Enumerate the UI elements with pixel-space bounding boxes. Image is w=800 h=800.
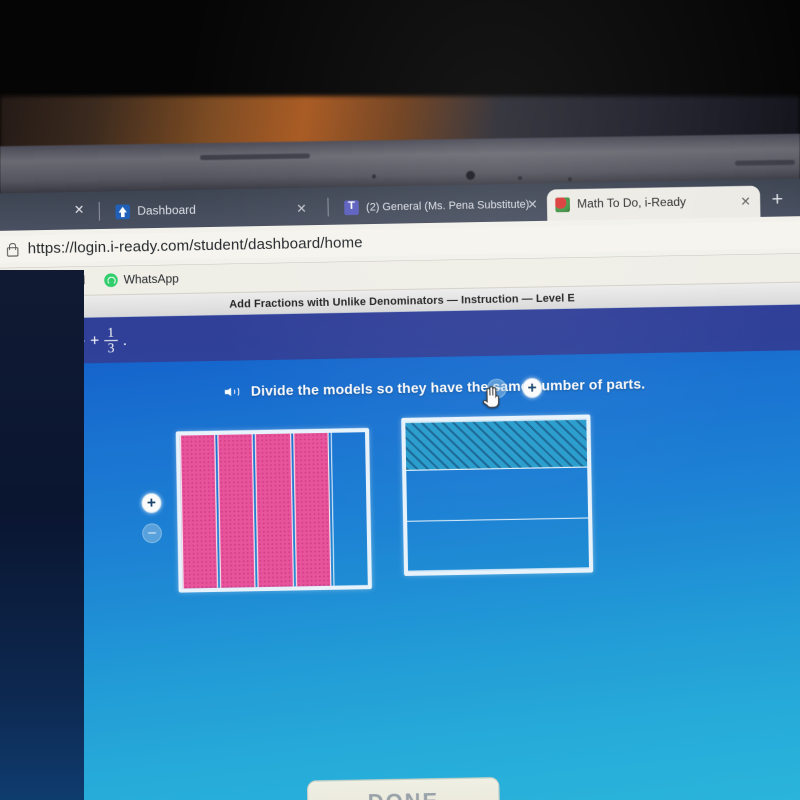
iready-app: i-Ready Add Fractions with Unlike Denomi… [0,282,800,800]
browser-tab-title: Math To Do, i-Ready [577,196,687,211]
plus-operator: + [89,331,100,350]
browser-tab-title: (2) General (Ms. Pena Substitute) [365,198,530,214]
bookmark-label: WhatsApp [123,272,179,287]
bezel-dot [372,174,376,179]
fraction-numerator: 1 [107,324,115,340]
fraction-denominator: 3 [104,339,118,355]
right-model-add-part-button[interactable]: + [522,377,543,399]
model-part-filled[interactable] [217,434,256,588]
tab-close-icon-offscreen[interactable]: ✕ [74,202,85,217]
left-model-add-part-button[interactable]: + [141,493,162,514]
speaker-icon[interactable] [224,384,241,399]
model-part-empty[interactable] [330,432,368,586]
model-part-filled[interactable] [255,433,294,587]
instruction-text: Divide the models so they have the same … [250,376,646,399]
fraction-one-third: 1 3 [104,324,118,355]
model-part-filled[interactable] [179,434,219,589]
photo-of-laptop-screen: ✕ Dashboard ✕ (2) General (Ms. Pena Subs… [0,0,800,800]
photo-left-dark-edge [0,270,84,800]
fraction-model-right[interactable] [401,414,594,576]
model-part-empty[interactable] [407,520,590,572]
bookmark-whatsapp[interactable]: WhatsApp [103,272,179,288]
dashboard-icon [115,204,131,220]
browser-tab-math-to-do-iready[interactable]: Math To Do, i-Ready ✕ [546,185,761,221]
address-bar-url: https://login.i-ready.com/student/dashbo… [27,234,363,258]
bezel-vent [200,153,310,161]
hand-cursor-icon [482,386,500,408]
photo-dark-border-top [0,0,800,96]
tab-close-icon[interactable]: ✕ [296,201,307,216]
fraction-model-left[interactable] [175,427,373,593]
bezel-dot [568,177,572,182]
tab-close-icon[interactable]: ✕ [527,197,538,212]
bezel-dot [518,176,522,181]
lock-icon [6,242,18,256]
expression-period: . [122,330,128,349]
webcam-icon [466,170,475,180]
browser-tab-teams-general[interactable]: (2) General (Ms. Pena Substitute) ✕ [336,188,545,225]
teams-icon [344,200,359,216]
whatsapp-icon [103,273,118,288]
left-model-remove-part-button[interactable]: − [141,523,163,544]
bezel-vent [735,159,795,166]
tab-close-icon[interactable]: ✕ [740,194,751,209]
browser-tab-title: Dashboard [137,204,196,218]
new-tab-button[interactable]: + [771,188,783,211]
done-button[interactable]: DONE [306,777,501,800]
model-part-filled[interactable] [405,418,588,472]
browser-tab-dashboard[interactable]: Dashboard ✕ [107,192,316,229]
iready-cube-icon [555,197,571,213]
model-part-empty[interactable] [406,469,589,522]
instruction-row: Divide the models so they have the same … [224,376,646,399]
activity-canvas: Divide the models so they have the same … [0,349,800,800]
model-part-filled[interactable] [292,432,332,587]
chrome-browser-window: ✕ Dashboard ✕ (2) General (Ms. Pena Subs… [0,178,800,800]
